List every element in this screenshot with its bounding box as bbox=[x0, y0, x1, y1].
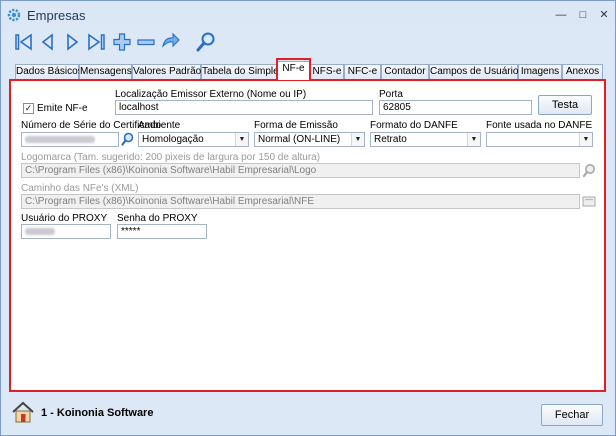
previous-record-icon[interactable] bbox=[37, 31, 59, 53]
empresas-window: Empresas — □ ✕ Dados Básicos Mensagens V… bbox=[0, 0, 616, 436]
undo-icon[interactable] bbox=[159, 31, 181, 53]
fonte-danfe-select[interactable]: ▼ bbox=[486, 132, 593, 147]
emite-nfe-checkbox[interactable]: ✓ bbox=[23, 103, 34, 114]
tab-valores-padrao[interactable]: Valores Padrão bbox=[132, 64, 201, 80]
porta-input[interactable]: 62805 bbox=[379, 100, 532, 115]
home-icon bbox=[12, 401, 34, 423]
usuario-proxy-label: Usuário do PROXY bbox=[21, 213, 108, 224]
add-icon[interactable] bbox=[111, 31, 133, 53]
ambiente-label: Ambiente bbox=[138, 120, 181, 131]
emissor-input[interactable]: localhost bbox=[115, 100, 373, 115]
tab-campos-de-usuarios[interactable]: Campos de Usuários bbox=[429, 64, 523, 80]
folder-icon[interactable] bbox=[582, 194, 596, 209]
tab-tabela-do-simples[interactable]: Tabela do Simples bbox=[201, 64, 284, 80]
logomarca-label: Logomarca (Tam. sugerido: 200 pixeis de … bbox=[21, 152, 321, 163]
porta-label: Porta bbox=[379, 89, 403, 100]
forma-emissao-label: Forma de Emissão bbox=[254, 120, 338, 131]
window-title: Empresas bbox=[27, 8, 86, 23]
tab-dados-basicos[interactable]: Dados Básicos bbox=[15, 64, 83, 80]
first-record-icon[interactable] bbox=[13, 31, 35, 53]
footer-bar: 1 - Koinonia Software Fechar bbox=[1, 393, 615, 435]
title-bar: Empresas — □ ✕ bbox=[1, 1, 615, 31]
emissor-label: Localização Emissor Externo (Nome ou IP) bbox=[115, 89, 307, 100]
tab-highlight bbox=[276, 58, 311, 80]
company-label: 1 - Koinonia Software bbox=[41, 407, 154, 419]
senha-proxy-label: Senha do PROXY bbox=[117, 213, 198, 224]
ambiente-select[interactable]: Homologação ▼ bbox=[138, 132, 249, 147]
fechar-button[interactable]: Fechar bbox=[541, 404, 603, 426]
emite-nfe-label: Emite NF-e bbox=[37, 103, 88, 114]
remove-icon[interactable] bbox=[135, 31, 157, 53]
senha-proxy-input[interactable]: ***** bbox=[117, 224, 207, 239]
testa-button[interactable]: Testa bbox=[538, 95, 592, 115]
tab-anexos[interactable]: Anexos bbox=[562, 64, 603, 80]
minimize-button[interactable]: — bbox=[553, 7, 569, 23]
tab-nfse[interactable]: NFS-e bbox=[310, 64, 344, 80]
ambiente-value: Homologação bbox=[142, 134, 204, 145]
formato-danfe-value: Retrato bbox=[374, 134, 407, 145]
chevron-down-icon[interactable]: ▼ bbox=[579, 133, 592, 146]
nfe-panel: ✓ Emite NF-e Localização Emissor Externo… bbox=[9, 79, 606, 392]
certificado-input[interactable] bbox=[21, 132, 119, 147]
app-gear-icon bbox=[7, 8, 21, 22]
logomarca-input[interactable]: C:\Program Files (x86)\Koinonia Software… bbox=[21, 163, 580, 178]
caminho-xml-input[interactable]: C:\Program Files (x86)\Koinonia Software… bbox=[21, 194, 580, 209]
close-button[interactable]: ✕ bbox=[596, 7, 612, 23]
tab-nfce[interactable]: NFC-e bbox=[344, 64, 381, 80]
fonte-danfe-label: Fonte usada no DANFE bbox=[486, 120, 593, 131]
logomarca-search-icon[interactable] bbox=[582, 163, 596, 178]
chevron-down-icon[interactable]: ▼ bbox=[351, 133, 364, 146]
forma-emissao-select[interactable]: Normal (ON-LINE) ▼ bbox=[254, 132, 365, 147]
tab-mensagens[interactable]: Mensagens bbox=[79, 64, 132, 80]
forma-emissao-value: Normal (ON-LINE) bbox=[258, 134, 341, 145]
usuario-proxy-input[interactable] bbox=[21, 224, 111, 239]
maximize-button[interactable]: □ bbox=[575, 7, 591, 23]
tab-contador[interactable]: Contador bbox=[381, 64, 429, 80]
caminho-xml-label: Caminho das NFe's (XML) bbox=[21, 183, 139, 194]
last-record-icon[interactable] bbox=[85, 31, 107, 53]
chevron-down-icon[interactable]: ▼ bbox=[467, 133, 480, 146]
tab-imagens[interactable]: Imagens bbox=[518, 64, 562, 80]
formato-danfe-label: Formato do DANFE bbox=[370, 120, 458, 131]
chevron-down-icon[interactable]: ▼ bbox=[235, 133, 248, 146]
next-record-icon[interactable] bbox=[61, 31, 83, 53]
certificado-search-icon[interactable] bbox=[121, 132, 134, 146]
formato-danfe-select[interactable]: Retrato ▼ bbox=[370, 132, 481, 147]
search-icon[interactable] bbox=[195, 31, 217, 53]
